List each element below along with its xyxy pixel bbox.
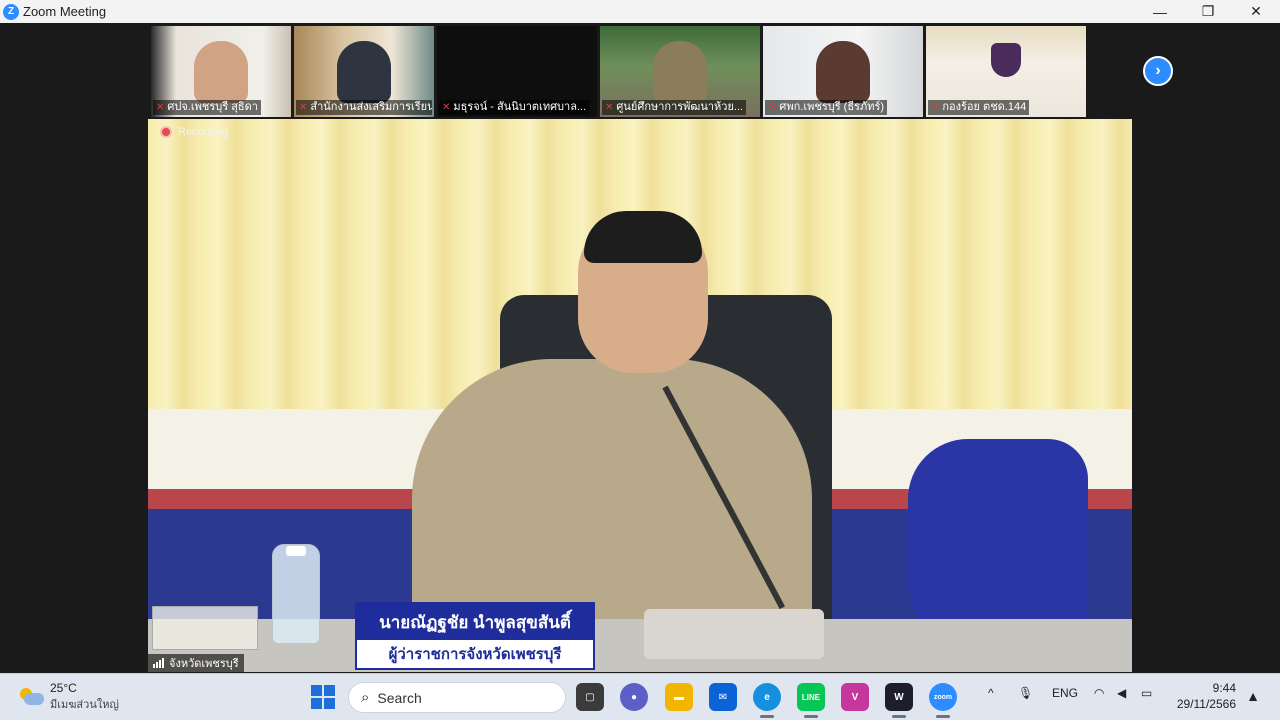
search-placeholder: Search xyxy=(377,689,422,706)
active-indicator xyxy=(760,715,774,718)
task-view-icon[interactable]: ▢ xyxy=(576,683,604,711)
weather-desc: มีเมฆส่วนใหญ่ xyxy=(50,699,119,711)
title-bar: Z Zoom Meeting — ❐ ✕ xyxy=(0,0,1280,23)
microphone-base xyxy=(644,609,824,659)
participant-tile[interactable]: ✕ ศพก.เพชรบุรี (ธีรภัทร์) xyxy=(763,26,923,117)
search-icon: ⌕ xyxy=(361,689,370,706)
signal-strength-icon xyxy=(153,658,164,668)
cloud-sun-icon xyxy=(18,688,44,706)
taskbar-search[interactable]: ⌕ Search xyxy=(348,682,566,713)
clock-time: 9:44 xyxy=(1212,681,1236,695)
zoom-logo-icon: Z xyxy=(3,3,19,20)
system-clock[interactable]: 9:44 29/11/2566 xyxy=(1177,680,1236,712)
participant-video xyxy=(194,41,248,103)
recording-label: Recording xyxy=(178,126,229,138)
active-indicator xyxy=(892,715,906,718)
mic-muted-icon: ✕ xyxy=(156,102,165,113)
mic-muted-icon: ✕ xyxy=(931,102,940,113)
meeting-area: ✕ ศปจ.เพชรบุรี สุธิดา ✕ สำนักงานส่งเสริมกา… xyxy=(0,23,1280,673)
participant-tile[interactable]: ✕สำนักงานส่งเสริมการเรียนรู้... xyxy=(294,26,434,117)
water-bottle xyxy=(272,544,320,644)
next-page-button[interactable]: › xyxy=(1143,56,1173,86)
file-explorer-icon[interactable]: ▬ xyxy=(665,683,693,711)
clipchamp-icon[interactable]: W xyxy=(885,683,913,711)
line-icon[interactable]: LINE xyxy=(797,683,825,711)
active-indicator xyxy=(936,715,950,718)
language-indicator[interactable]: ENG xyxy=(1052,686,1078,700)
battery-icon[interactable]: ▭ xyxy=(1141,686,1152,700)
participant-name: ศพก.เพชรบุรี (ธีรภัทร์) xyxy=(779,101,885,113)
participant-name: มธุรจน์ - สันนิบาตเทศบาล... xyxy=(453,101,587,113)
volume-icon[interactable]: ◀ xyxy=(1117,686,1126,700)
recording-icon xyxy=(160,126,172,138)
mic-muted-icon: ✕ xyxy=(299,102,308,113)
taskbar: 25°C มีเมฆส่วนใหญ่ ⌕ Search ▢ ● ▬ ✉ e LI… xyxy=(0,673,1280,720)
microphone-icon[interactable]: 🎙 xyxy=(1018,686,1033,700)
recording-indicator[interactable]: Recording xyxy=(160,126,228,138)
zoom-icon[interactable]: zoom xyxy=(929,683,957,711)
nameplate-title: ผู้ว่าราชการจังหวัดเพชรบุรี xyxy=(388,646,562,663)
bottle-cap xyxy=(286,546,306,556)
minimize-button[interactable]: — xyxy=(1136,0,1184,23)
participant-name-tag: ✕ กองร้อย ตชด.144 xyxy=(928,100,1030,115)
active-indicator xyxy=(804,715,818,718)
participant-gallery: ✕ ศปจ.เพชรบุรี สุธิดา ✕ สำนักงานส่งเสริมกา… xyxy=(151,26,1086,117)
participant-name-tag: ✕ มธุรจน์ - สันนิบาตเทศบาล... xyxy=(439,100,590,115)
vivaldi-icon[interactable]: V xyxy=(841,683,869,711)
edge-icon[interactable]: e xyxy=(753,683,781,711)
speaker-hair xyxy=(584,211,702,263)
participant-video xyxy=(816,41,870,103)
mail-icon[interactable]: ✉ xyxy=(709,683,737,711)
emblem-icon xyxy=(991,43,1021,77)
participant-tile[interactable]: ✕ ศปจ.เพชรบุรี สุธิดา xyxy=(151,26,291,117)
participant-name: ศปจ.เพชรบุรี สุธิดา xyxy=(167,101,258,113)
start-button[interactable] xyxy=(311,685,335,709)
participant-tile[interactable]: ✕ ศูนย์ศึกษาการพัฒนาห้วย... xyxy=(600,26,760,117)
participant-video xyxy=(653,41,707,103)
participant-name: สำนักงานส่งเสริมการเรียนรู้... xyxy=(310,101,432,113)
speaker-name: จังหวัดเพชรบุรี xyxy=(169,658,239,670)
weather-temp: 25°C xyxy=(50,681,77,695)
participant-name: ศูนย์ศึกษาการพัฒนาห้วย... xyxy=(616,101,744,113)
window-controls: — ❐ ✕ xyxy=(1136,0,1280,23)
participant-tile[interactable]: ✕ กองร้อย ตชด.144 xyxy=(926,26,1086,117)
wifi-icon[interactable]: ◠ xyxy=(1094,686,1104,700)
close-button[interactable]: ✕ xyxy=(1232,0,1280,23)
participant-tile[interactable]: ✕ มธุรจน์ - สันนิบาตเทศบาล... xyxy=(437,26,597,117)
windows-logo-icon xyxy=(311,685,322,696)
notification-bell-icon[interactable]: ▲ xyxy=(1246,688,1260,704)
mic-muted-icon: ✕ xyxy=(605,102,614,113)
participant-video xyxy=(337,41,391,103)
participant-name-tag: ✕สำนักงานส่งเสริมการเรียนรู้... xyxy=(296,100,432,115)
participant-name-tag: ✕ ศปจ.เพชรบุรี สุธิดา xyxy=(153,100,261,115)
nameplate: นายณัฏฐชัย นำพูลสุขสันติ์ ผู้ว่าราชการจั… xyxy=(355,602,595,670)
participant-name: กองร้อย ตชด.144 xyxy=(942,101,1027,113)
speaker-name-tag: จังหวัดเพชรบุรี xyxy=(148,654,244,672)
clock-date: 29/11/2566 xyxy=(1176,697,1236,711)
active-speaker-video: นายณัฏฐชัย นำพูลสุขสันติ์ ผู้ว่าราชการจั… xyxy=(148,119,1132,672)
chat-icon[interactable]: ● xyxy=(620,683,648,711)
weather-text: 25°C มีเมฆส่วนใหญ่ xyxy=(50,681,119,713)
maximize-button[interactable]: ❐ xyxy=(1184,0,1232,23)
mic-muted-icon: ✕ xyxy=(768,102,777,113)
participant-name-tag: ✕ ศูนย์ศึกษาการพัฒนาห้วย... xyxy=(602,100,747,115)
snack-box xyxy=(152,606,258,650)
window-title: Zoom Meeting xyxy=(23,4,107,19)
show-hidden-icons-button[interactable]: ^ xyxy=(988,686,994,700)
weather-widget[interactable]: 25°C มีเมฆส่วนใหญ่ xyxy=(18,681,119,713)
participant-name-tag: ✕ ศพก.เพชรบุรี (ธีรภัทร์) xyxy=(765,100,888,115)
nameplate-name: นายณัฏฐชัย นำพูลสุขสันติ์ xyxy=(357,604,593,640)
mic-muted-icon: ✕ xyxy=(442,102,451,113)
